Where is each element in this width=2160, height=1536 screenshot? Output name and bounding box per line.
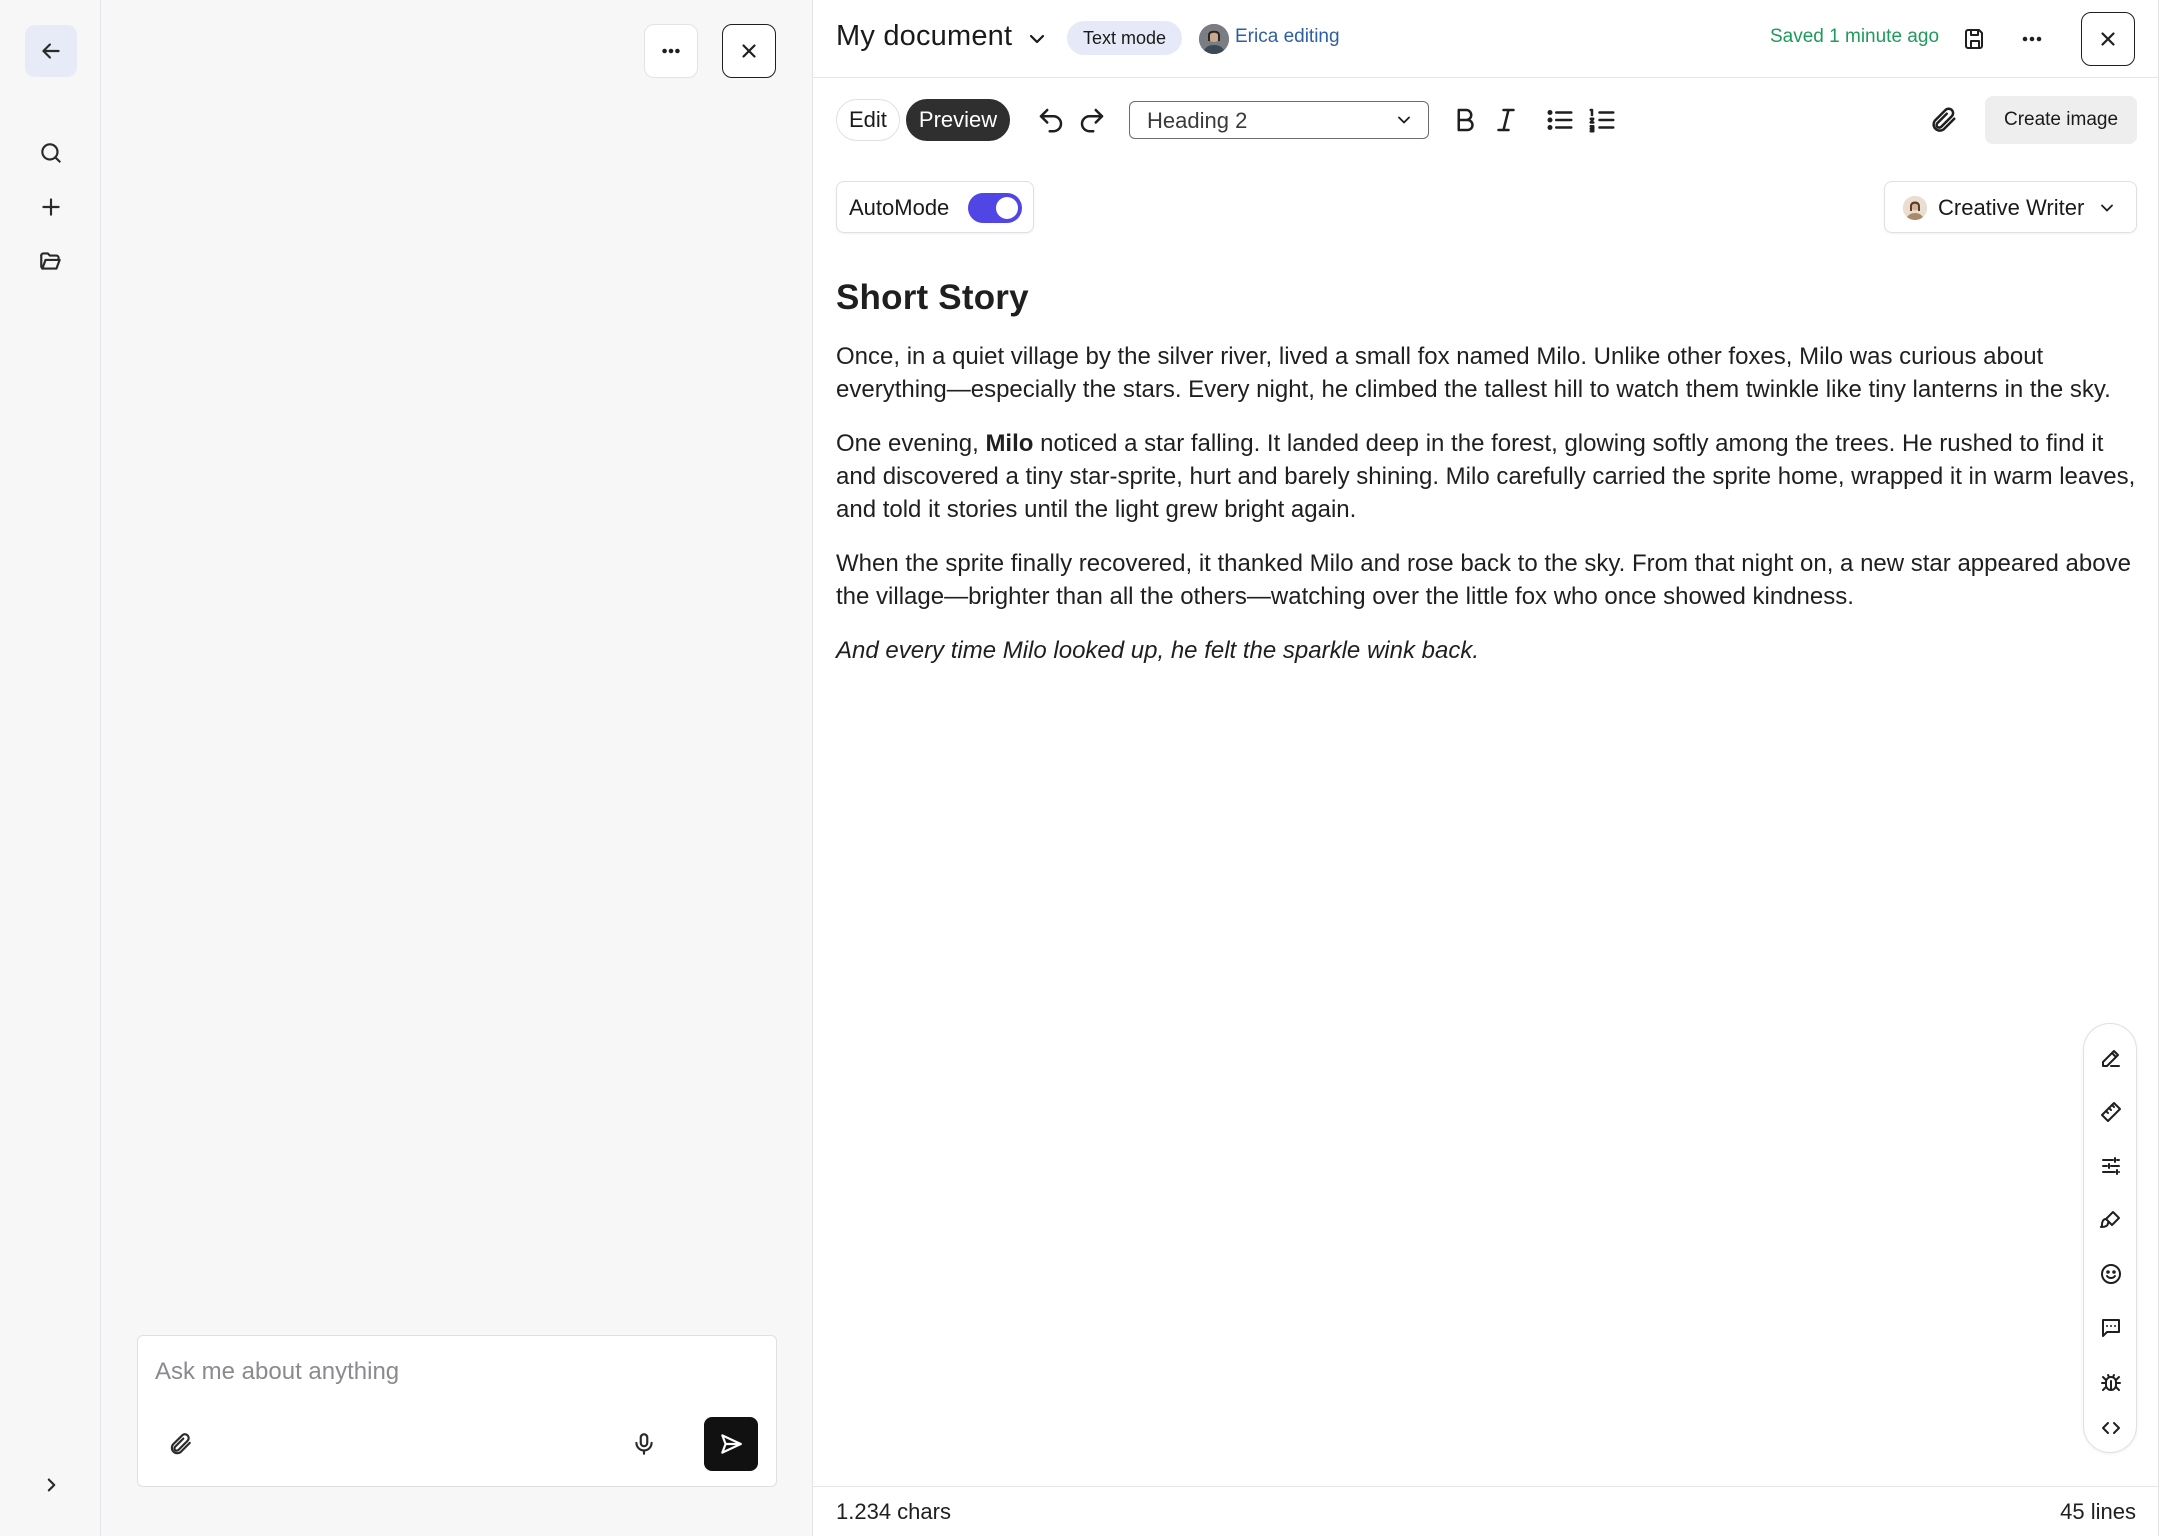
voice-input-button[interactable] xyxy=(624,1424,664,1464)
document-content[interactable]: Short Story Once, in a quiet village by … xyxy=(836,278,2136,667)
ruler-icon xyxy=(2101,1102,2121,1122)
bug-icon xyxy=(2101,1374,2121,1391)
comment-tool-button[interactable] xyxy=(2091,1308,2131,1348)
open-folder-button[interactable] xyxy=(25,235,77,287)
style-tool-button[interactable] xyxy=(2091,1200,2131,1240)
search-icon xyxy=(41,143,61,163)
chat-composer xyxy=(137,1335,777,1487)
story-closing-line: And every time Milo looked up, he felt t… xyxy=(836,637,1479,664)
automode-control: AutoMode xyxy=(836,181,1034,233)
chat-panel xyxy=(101,0,813,1536)
emoji-tool-button[interactable] xyxy=(2091,1254,2131,1294)
paperclip-icon xyxy=(1932,107,1956,132)
automode-label: AutoMode xyxy=(849,195,950,220)
chat-input[interactable] xyxy=(155,1352,755,1392)
send-button[interactable] xyxy=(704,1417,758,1471)
attach-button[interactable] xyxy=(160,1424,200,1464)
more-horizontal-icon xyxy=(662,48,680,54)
view-toggle: Edit Preview xyxy=(836,99,1011,141)
story-paragraph-2: One evening, Milo noticed a star falling… xyxy=(836,427,2136,526)
chevron-down-icon xyxy=(2097,198,2117,218)
numbered-list-button[interactable] xyxy=(1582,100,1622,140)
close-icon xyxy=(2101,32,2115,46)
story-paragraph-3: When the sprite finally recovered, it th… xyxy=(836,550,2131,610)
bullet-list-icon xyxy=(1547,110,1573,130)
persona-label: Creative Writer xyxy=(1938,195,2085,220)
redo-button[interactable] xyxy=(1072,100,1112,140)
save-button[interactable] xyxy=(1956,20,1994,58)
close-icon xyxy=(742,44,756,58)
document-panel: My document Text mode Erica editing Save… xyxy=(813,0,2159,1536)
bold-name: Milo xyxy=(985,430,1034,457)
save-icon xyxy=(1965,29,1983,49)
editor-status: Erica editing xyxy=(1235,26,1340,47)
automode-toggle[interactable] xyxy=(968,193,1022,223)
persona-avatar xyxy=(1903,196,1927,220)
new-chat-button[interactable] xyxy=(25,181,77,233)
microphone-icon xyxy=(635,1433,653,1455)
numbered-list-icon xyxy=(1589,108,1615,133)
left-rail xyxy=(0,0,101,1536)
back-button[interactable] xyxy=(25,25,77,77)
italic-icon xyxy=(1497,108,1515,132)
save-status: Saved 1 minute ago xyxy=(1770,26,1940,47)
plus-icon xyxy=(42,198,60,216)
bullet-list-button[interactable] xyxy=(1540,100,1580,140)
code-icon xyxy=(2102,1422,2120,1434)
undo-icon xyxy=(1039,108,1063,133)
document-more-button[interactable] xyxy=(2013,20,2051,58)
smiley-icon xyxy=(2101,1264,2121,1284)
create-image-button[interactable]: Create image xyxy=(1985,96,2137,144)
document-close-button[interactable] xyxy=(2081,12,2135,66)
paintbrush-icon xyxy=(2100,1211,2120,1228)
length-tool-button[interactable] xyxy=(2091,1092,2131,1132)
story-heading: Short Story xyxy=(836,278,1029,317)
send-icon xyxy=(721,1434,742,1454)
bold-button[interactable] xyxy=(1445,100,1485,140)
sliders-icon xyxy=(2102,1157,2120,1175)
debug-tool-button[interactable] xyxy=(2091,1362,2131,1402)
document-title[interactable]: My document xyxy=(836,20,1012,53)
paperclip-icon xyxy=(170,1433,191,1455)
char-count: 1.234 chars xyxy=(836,1499,951,1524)
block-style-select[interactable]: Heading 2 xyxy=(1129,101,1429,139)
search-button[interactable] xyxy=(25,127,77,179)
side-toolbar xyxy=(2083,1023,2137,1453)
code-tool-button[interactable] xyxy=(2091,1408,2131,1448)
bold-icon xyxy=(1457,108,1474,132)
pencil-icon xyxy=(2102,1050,2120,1067)
document-footer: 1.234 chars 45 lines xyxy=(813,1486,2159,1536)
line-count: 45 lines xyxy=(2060,1499,2136,1524)
adjust-tool-button[interactable] xyxy=(2091,1146,2131,1186)
block-style-value: Heading 2 xyxy=(1147,108,1248,133)
tab-edit[interactable]: Edit xyxy=(836,99,900,141)
tab-preview[interactable]: Preview xyxy=(905,99,1011,141)
folder-open-icon xyxy=(40,252,61,270)
document-menu-toggle[interactable] xyxy=(1025,27,1049,51)
arrow-left-icon xyxy=(42,43,60,59)
chat-more-button[interactable] xyxy=(644,24,698,78)
persona-select[interactable]: Creative Writer xyxy=(1884,181,2137,233)
chat-close-button[interactable] xyxy=(722,24,776,78)
expand-sidebar-button[interactable] xyxy=(25,1459,77,1511)
italic-button[interactable] xyxy=(1486,100,1526,140)
more-horizontal-icon xyxy=(2022,36,2042,42)
chevron-down-icon xyxy=(1394,110,1414,130)
redo-icon xyxy=(1080,108,1104,133)
document-header: My document Text mode Erica editing Save… xyxy=(813,0,2159,78)
chevron-right-icon xyxy=(47,1478,56,1492)
comment-icon xyxy=(2102,1319,2120,1337)
editor-avatar xyxy=(1199,24,1229,54)
story-paragraph-1: Once, in a quiet village by the silver r… xyxy=(836,343,2111,403)
attach-file-button[interactable] xyxy=(1923,100,1963,140)
edit-tool-button[interactable] xyxy=(2091,1038,2131,1078)
chevron-down-icon xyxy=(1029,34,1045,44)
mode-badge: Text mode xyxy=(1067,21,1183,55)
paragraph-2-start: One evening, xyxy=(836,430,986,457)
undo-button[interactable] xyxy=(1031,100,1071,140)
toggle-knob xyxy=(996,197,1018,219)
